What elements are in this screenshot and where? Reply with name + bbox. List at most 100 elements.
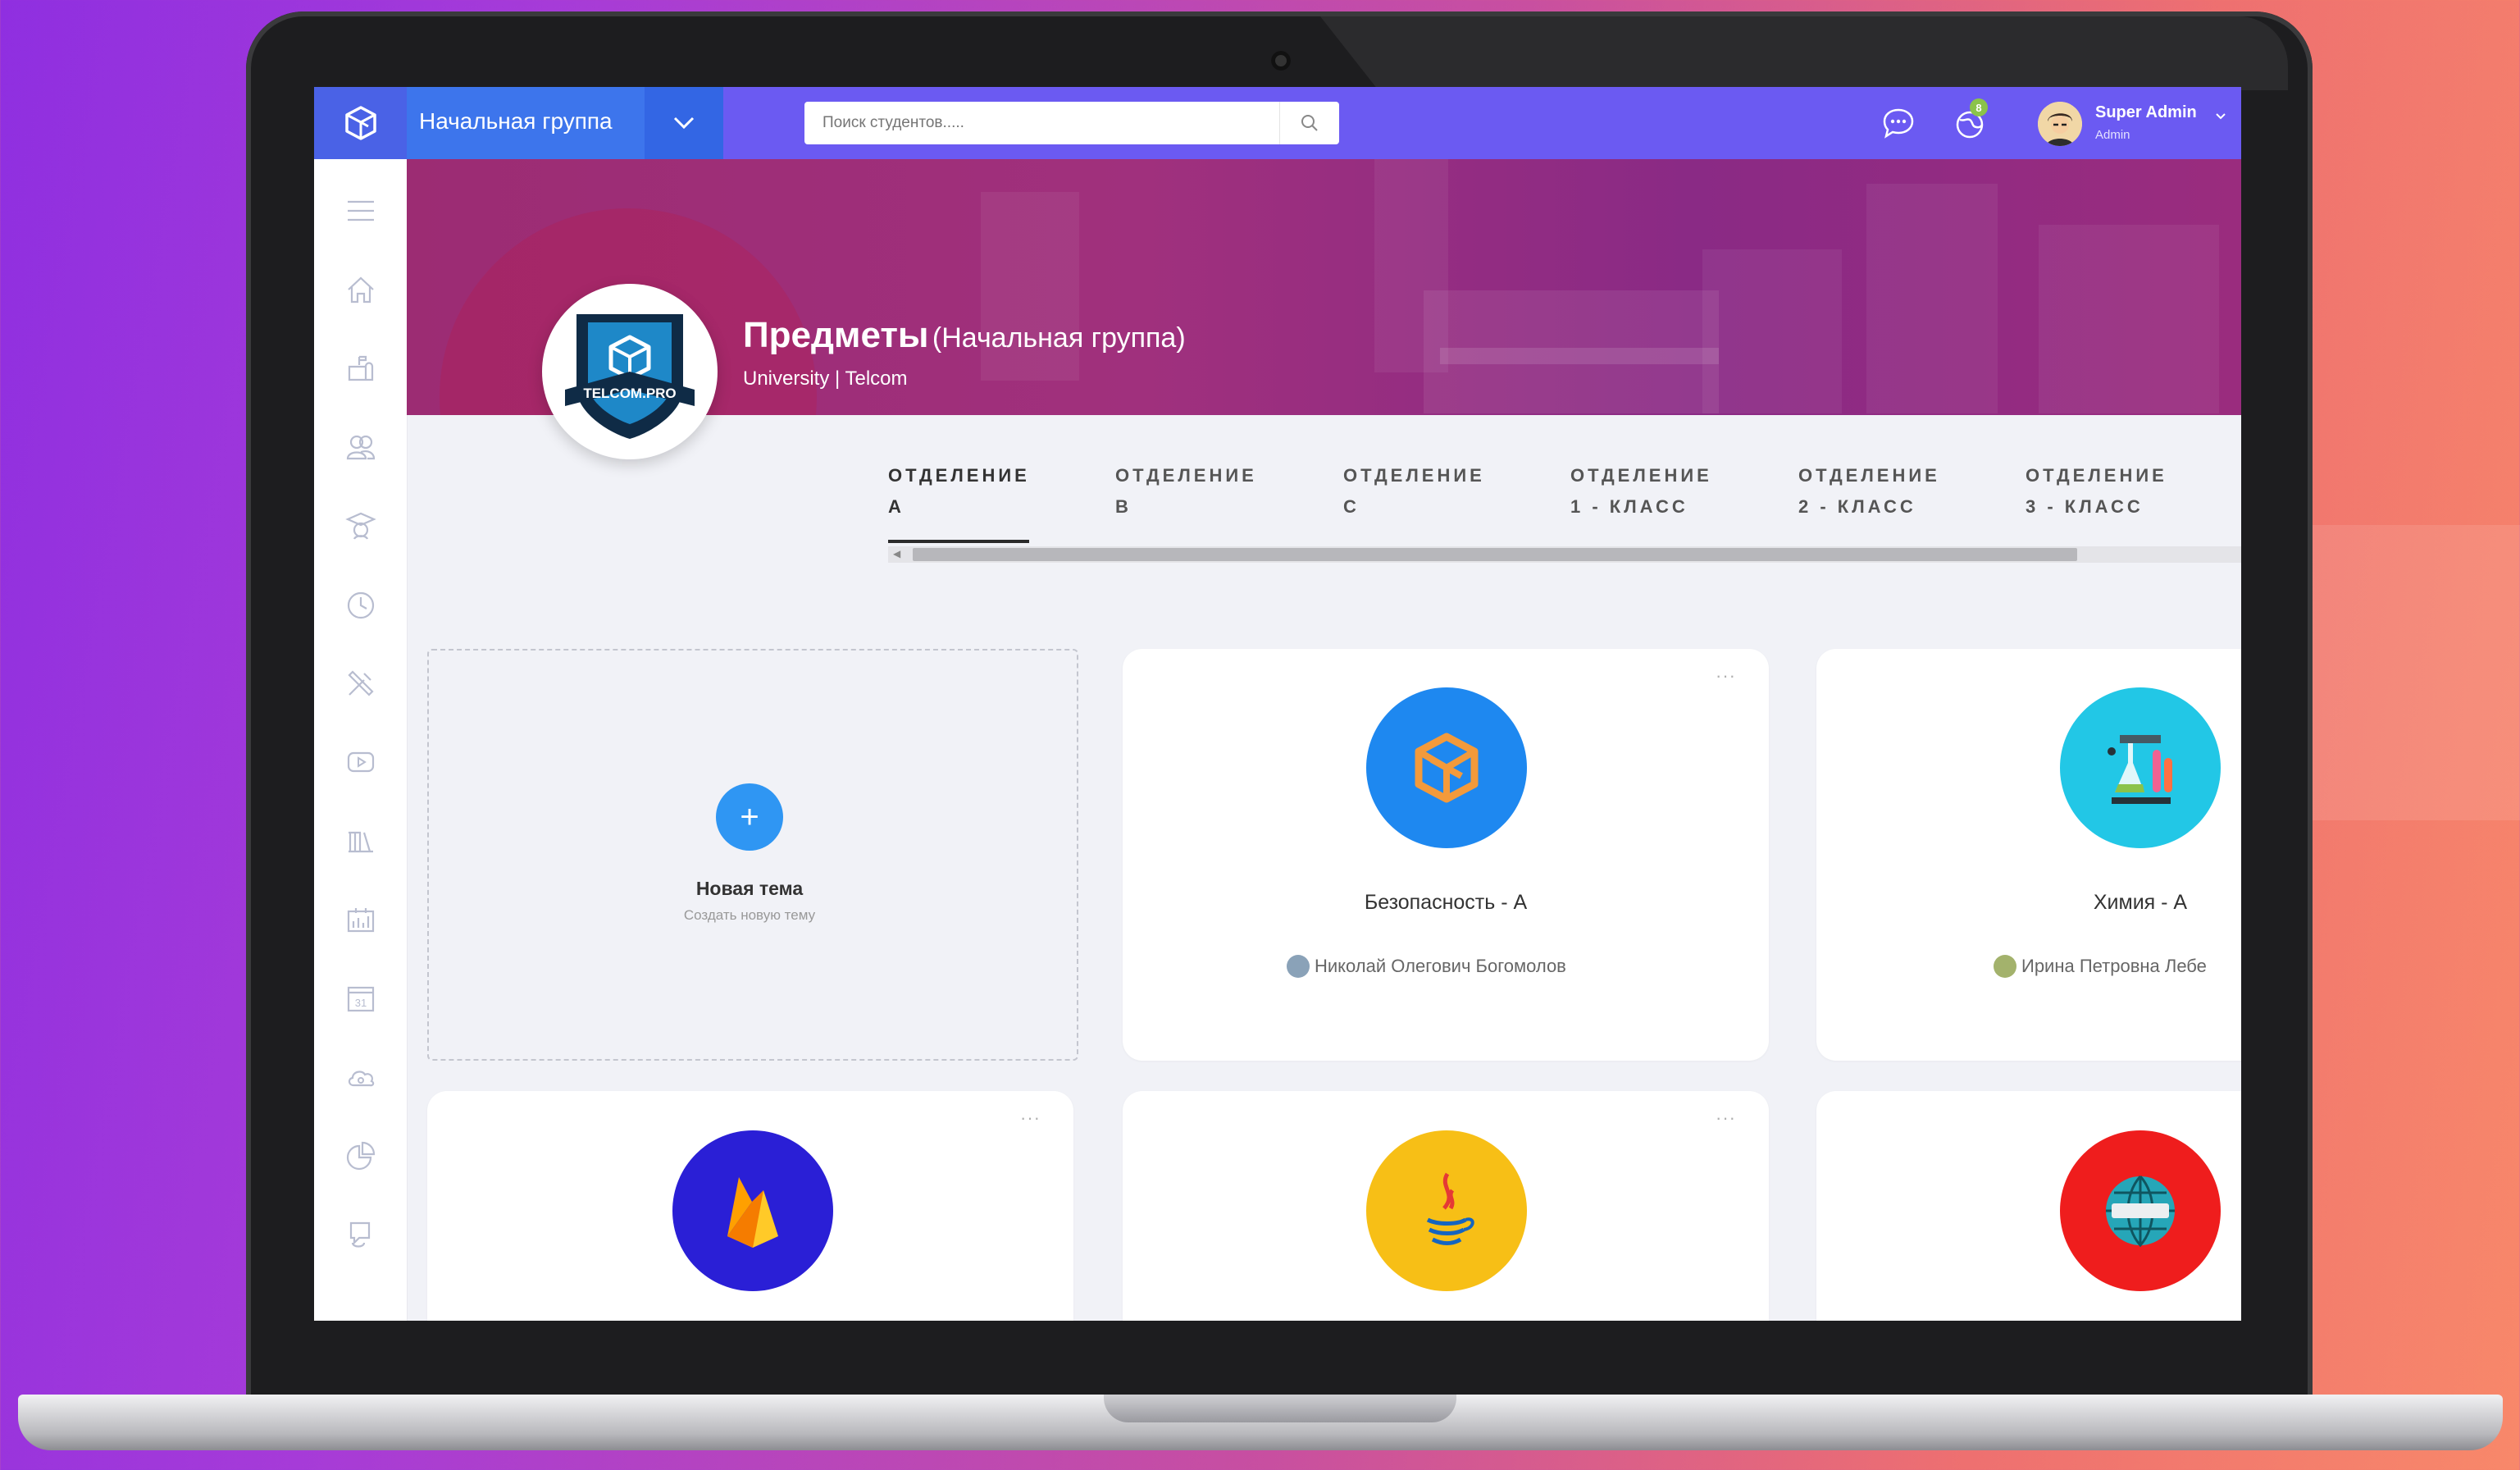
tab-department-c[interactable]: ОТДЕЛЕНИЕ С — [1343, 460, 1524, 523]
subject-icon — [672, 1130, 833, 1291]
tab-department-class-2[interactable]: ОТДЕЛЕНИЕ 2 - КЛАСС — [1798, 460, 1979, 523]
chat-icon — [1883, 108, 1914, 139]
laptop-lid-reflection — [1320, 16, 2288, 90]
user-role: Admin — [2095, 128, 2130, 142]
tab-department-class-1[interactable]: ОТДЕЛЕНИЕ 1 - КЛАСС — [1570, 460, 1751, 523]
chevron-down-icon — [673, 116, 695, 130]
search-icon — [1301, 115, 1318, 131]
user-name[interactable]: Super Admin — [2095, 103, 2197, 122]
group-logo: TELCOM.PRO — [542, 284, 718, 459]
menu-icon — [348, 200, 374, 221]
subject-icon — [1366, 687, 1527, 848]
group-name[interactable]: Начальная группа — [419, 108, 613, 135]
tab-label-sub: А — [888, 496, 905, 517]
calendar-icon: 31 — [347, 986, 375, 1012]
sidebar-item-home[interactable] — [342, 271, 380, 308]
user-menu-toggle[interactable] — [2215, 110, 2226, 125]
tab-label-sub: С — [1343, 496, 1360, 517]
subject-icon — [2060, 1130, 2221, 1291]
card-menu-button[interactable]: ··· — [1716, 665, 1736, 687]
firebase-icon — [727, 1177, 778, 1248]
top-bar: Начальная группа 8 Super Ad — [314, 87, 2241, 159]
tab-department-class-3[interactable]: ОТДЕЛЕНИЕ 3 - КЛАСС — [2026, 460, 2206, 523]
app-logo[interactable] — [314, 87, 407, 159]
video-icon — [347, 751, 375, 773]
page-title: Предметы (Начальная группа) — [743, 315, 1186, 356]
notification-badge: 8 — [1970, 98, 1988, 116]
java-icon — [1426, 1172, 1474, 1245]
support-icon — [349, 1221, 371, 1248]
laptop-notch — [1104, 1395, 1456, 1422]
sidebar-item-users[interactable] — [342, 428, 380, 466]
chat-button[interactable] — [1879, 103, 1918, 143]
tab-label: ОТДЕЛЕНИЕ — [1343, 465, 1485, 486]
tab-label-sub: В — [1115, 496, 1132, 517]
teacher-name: Ирина Петровна Лебе — [2021, 956, 2207, 976]
subject-icon — [1366, 1130, 1527, 1291]
tabs-scrollbar-thumb[interactable] — [913, 548, 2077, 561]
sidebar-item-analytics[interactable] — [342, 1137, 380, 1175]
sidebar-item-menu[interactable] — [342, 192, 380, 230]
tab-label-sub: 3 - КЛАСС — [2026, 496, 2144, 517]
sidebar-item-tools[interactable] — [342, 664, 380, 702]
laptop-camera — [1271, 51, 1291, 71]
sidebar-item-reports[interactable] — [342, 901, 380, 938]
new-topic-card[interactable] — [427, 649, 1078, 1061]
calendar-day: 31 — [355, 997, 367, 1009]
new-topic-subtitle: Создать новую тему — [683, 907, 816, 923]
sidebar-item-students[interactable] — [342, 507, 380, 545]
card-menu-button[interactable]: ··· — [1020, 1107, 1041, 1129]
mailbox-icon — [348, 355, 374, 381]
card-menu-button[interactable]: ··· — [1716, 1107, 1736, 1129]
tab-label: ОТДЕЛЕНИЕ — [1798, 465, 1940, 486]
search-box — [804, 102, 1339, 144]
teacher-name: Николай Олегович Богомолов — [1315, 956, 1566, 976]
cloud-icon — [348, 1071, 375, 1087]
page-title-main: Предметы — [743, 315, 929, 355]
chemistry-flask-icon — [2108, 735, 2172, 804]
tab-label: ОТДЕЛЕНИЕ — [1570, 465, 1712, 486]
tab-department-b[interactable]: ОТДЕЛЕНИЕ В — [1115, 460, 1296, 523]
sidebar-item-cloud[interactable] — [342, 1058, 380, 1096]
sidebar-item-support[interactable] — [342, 1216, 380, 1253]
subject-icon — [2060, 687, 2221, 848]
tab-department-a[interactable]: ОТДЕЛЕНИЕ А — [888, 460, 1069, 523]
teacher-avatar — [1994, 955, 2016, 978]
chart-icon — [347, 908, 375, 933]
globe-web-icon — [2106, 1175, 2175, 1248]
tab-label: ОТДЕЛЕНИЕ — [2026, 465, 2167, 486]
subject-teacher: Николай Олегович Богомолов — [1287, 955, 1566, 978]
pie-chart-icon — [346, 1141, 376, 1171]
sidebar-item-calendar[interactable]: 31 — [342, 979, 380, 1017]
home-icon — [348, 276, 374, 304]
tab-label-sub: 1 - КЛАСС — [1570, 496, 1688, 517]
page-subtitle: University | Telcom — [743, 368, 908, 390]
sidebar-item-messages[interactable] — [342, 349, 380, 387]
subject-title[interactable]: Химия - А — [1980, 891, 2241, 915]
subject-teacher: Ирина Петровна Лебе — [1994, 955, 2207, 978]
sidebar-item-library[interactable] — [342, 822, 380, 860]
tab-label: ОТДЕЛЕНИЕ — [1115, 465, 1257, 486]
teacher-avatar — [1287, 955, 1310, 978]
search-input[interactable] — [804, 102, 1280, 144]
sidebar-item-videos[interactable] — [342, 743, 380, 781]
sidebar: 31 — [314, 159, 408, 1321]
users-icon — [346, 435, 376, 460]
telcom-shield-icon: TELCOM.PRO — [565, 314, 695, 439]
avatar[interactable] — [2038, 102, 2082, 146]
user-avatar-icon — [2038, 102, 2082, 146]
notifications-button[interactable]: 8 — [1950, 98, 1989, 143]
tab-label: ОТДЕЛЕНИЕ — [888, 465, 1030, 486]
page-title-suffix: (Начальная группа) — [932, 322, 1186, 354]
group-dropdown-button[interactable] — [645, 87, 723, 159]
add-topic-button[interactable]: + — [716, 783, 783, 851]
subject-title[interactable]: Безопасность - А — [1123, 891, 1769, 915]
scroll-left-arrow[interactable]: ◀ — [893, 548, 900, 559]
sidebar-item-schedule[interactable] — [342, 586, 380, 623]
tab-label-sub: 2 - КЛАСС — [1798, 496, 1916, 517]
logo-text: TELCOM.PRO — [583, 386, 676, 401]
cube-logo-icon — [344, 106, 376, 140]
search-button[interactable] — [1279, 102, 1339, 144]
graduation-cap-icon — [345, 512, 376, 540]
app-screen: Начальная группа 8 Super Ad — [314, 87, 2241, 1321]
